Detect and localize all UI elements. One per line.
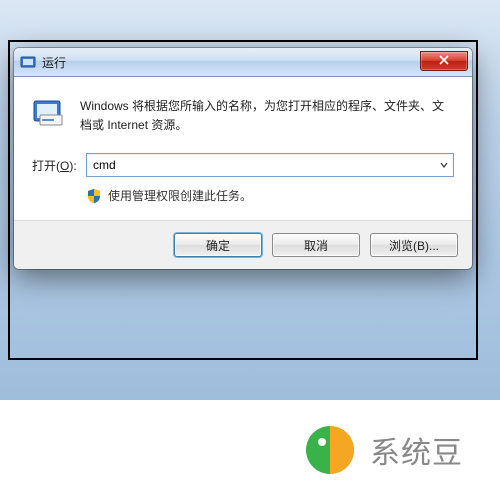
dialog-body: Windows 将根据您所输入的名称，为您打开相应的程序、文件夹、文档或 Int… <box>14 77 472 220</box>
button-bar: 确定 取消 浏览(B)... <box>14 220 472 269</box>
run-sysicon <box>20 54 36 70</box>
window-title: 运行 <box>42 54 420 71</box>
run-icon <box>32 95 66 129</box>
run-dialog: 运行 Windows 将根据您所输入的名称，为您打开相应的程序、文件夹、文档或 … <box>14 48 472 269</box>
browse-button[interactable]: 浏览(B)... <box>370 233 458 257</box>
close-button[interactable] <box>420 51 468 71</box>
admin-note: 使用管理权限创建此任务。 <box>108 187 252 204</box>
watermark-logo-icon <box>300 420 360 480</box>
watermark-bar: 系统豆 <box>0 400 500 500</box>
chevron-down-icon <box>440 158 448 172</box>
shield-icon <box>86 188 102 204</box>
description-text: Windows 将根据您所输入的名称，为您打开相应的程序、文件夹、文档或 Int… <box>80 95 454 135</box>
open-input[interactable] <box>87 158 435 172</box>
dropdown-button[interactable] <box>435 154 453 176</box>
open-label: 打开(O): <box>32 157 86 174</box>
open-combobox[interactable] <box>86 153 454 177</box>
titlebar[interactable]: 运行 <box>14 48 472 77</box>
cancel-button[interactable]: 取消 <box>272 233 360 257</box>
ok-button[interactable]: 确定 <box>174 233 262 257</box>
watermark-text: 系统豆 <box>370 428 463 472</box>
close-icon <box>439 54 449 68</box>
